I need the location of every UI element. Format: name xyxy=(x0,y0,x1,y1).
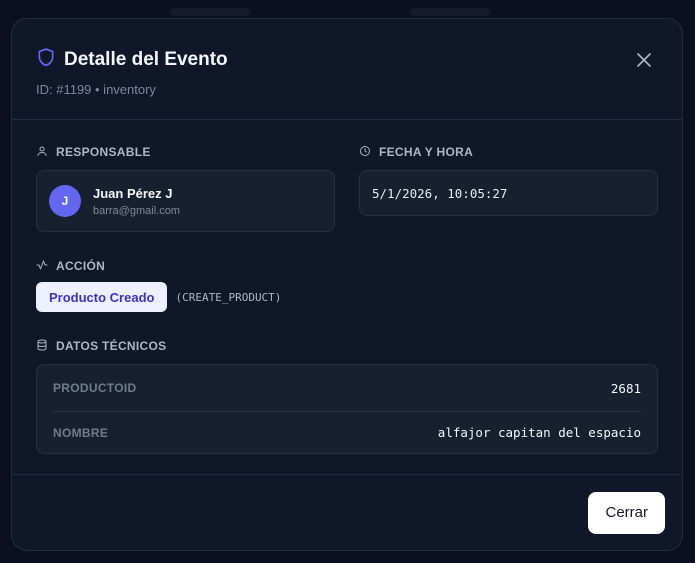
fecha-section: FECHA Y HORA 5/1/2026, 10:05:27 xyxy=(359,142,658,232)
clock-icon xyxy=(359,145,371,160)
tech-table: PRODUCTOID 2681 NOMBRE alfajor capitan d… xyxy=(36,364,658,454)
accion-label: ACCIÓN xyxy=(56,259,106,273)
action-code: (CREATE_PRODUCT) xyxy=(175,290,282,304)
user-card: J Juan Pérez J barra@gmail.com xyxy=(36,170,335,232)
modal-subtitle: ID: #1199 • inventory xyxy=(36,82,156,97)
responsable-section: RESPONSABLE J Juan Pérez J barra@gmail.c… xyxy=(36,142,335,232)
action-badge: Producto Creado xyxy=(36,282,168,312)
datos-tecnicos-section: DATOS TÉCNICOS PRODUCTOID 2681 NOMBRE al… xyxy=(36,336,658,454)
responsable-label: RESPONSABLE xyxy=(56,145,151,159)
tech-value: alfajor capitan del espacio xyxy=(437,425,641,440)
datos-tecnicos-label: DATOS TÉCNICOS xyxy=(56,339,167,353)
shield-icon xyxy=(36,47,56,72)
activity-icon xyxy=(36,259,48,274)
user-icon xyxy=(36,145,48,160)
close-button[interactable] xyxy=(634,51,654,71)
modal-header: Detalle del Evento ID: #1199 • inventory xyxy=(12,19,682,120)
modal-title: Detalle del Evento xyxy=(64,48,228,70)
fecha-value: 5/1/2026, 10:05:27 xyxy=(359,170,658,216)
user-name: Juan Pérez J xyxy=(93,185,173,201)
database-icon xyxy=(36,339,48,354)
event-detail-modal: Detalle del Evento ID: #1199 • inventory… xyxy=(11,18,683,551)
fecha-label: FECHA Y HORA xyxy=(379,145,474,159)
close-icon xyxy=(637,52,651,70)
tech-key: NOMBRE xyxy=(53,425,109,440)
user-email: barra@gmail.com xyxy=(93,204,180,217)
avatar: J xyxy=(49,185,81,217)
table-row: PRODUCTOID 2681 xyxy=(53,365,641,411)
modal-footer: Cerrar xyxy=(12,474,682,550)
cerrar-button[interactable]: Cerrar xyxy=(588,491,665,534)
modal-body: RESPONSABLE J Juan Pérez J barra@gmail.c… xyxy=(12,120,682,454)
accion-section: ACCIÓN Producto Creado (CREATE_PRODUCT) xyxy=(36,256,658,312)
tech-key: PRODUCTOID xyxy=(53,381,137,395)
tech-value: 2681 xyxy=(610,380,641,396)
table-row: NOMBRE alfajor capitan del espacio xyxy=(53,411,641,453)
